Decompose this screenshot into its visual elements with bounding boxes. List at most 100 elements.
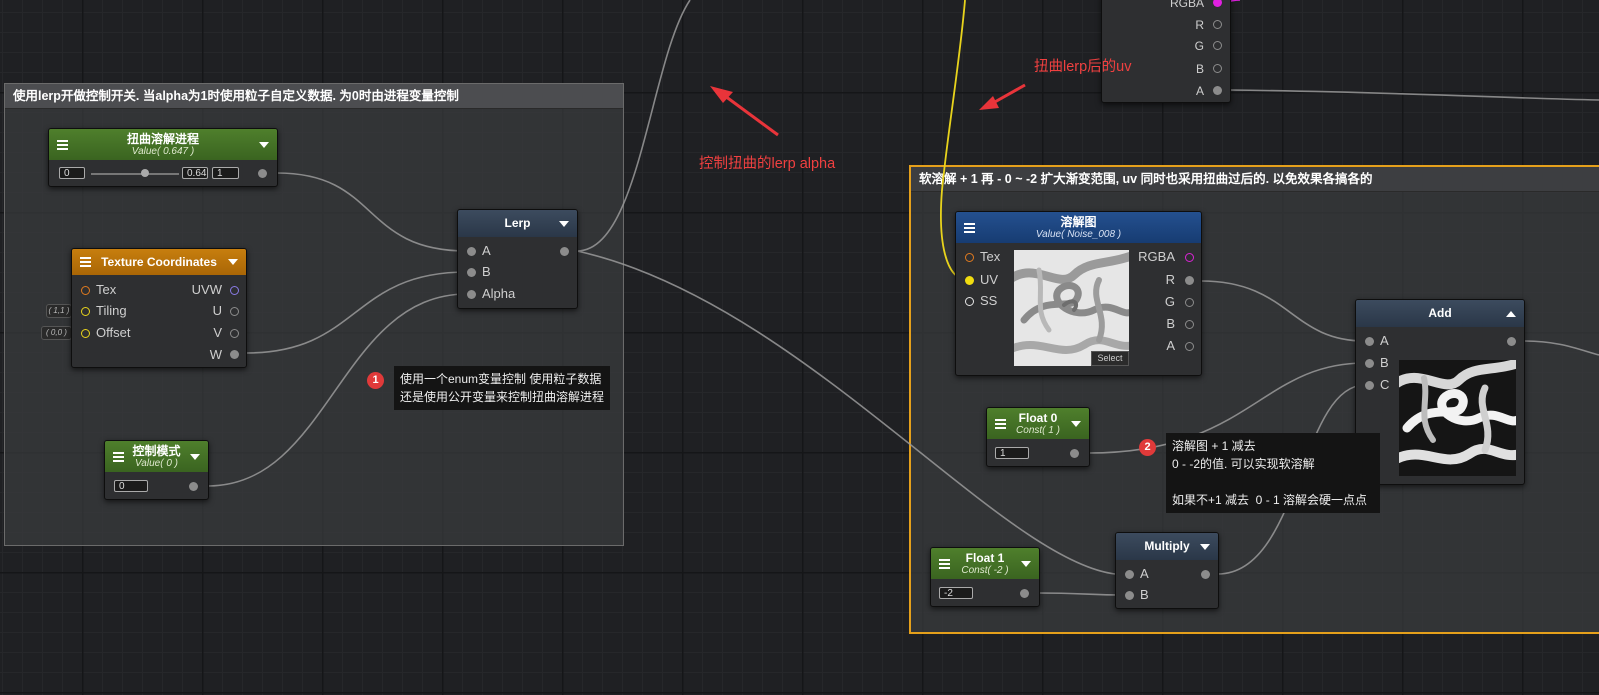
node-distort-progress[interactable]: 扭曲溶解进程 Value( 0.647 ) 0 0.64 1 xyxy=(48,128,278,187)
node-title: Texture Coordinates xyxy=(101,255,217,269)
input-port-ss[interactable] xyxy=(965,297,974,306)
node-multiply[interactable]: Multiply A B xyxy=(1115,532,1219,609)
output-port[interactable] xyxy=(560,247,569,256)
input-port-alpha[interactable] xyxy=(467,290,476,299)
slider-min-field[interactable]: 0 xyxy=(59,167,85,179)
output-port-rgba[interactable] xyxy=(1185,253,1194,262)
node-title: Float 0 xyxy=(1018,411,1058,425)
node-subtitle: Value( Noise_008 ) xyxy=(1035,229,1122,240)
node-add-header[interactable]: Add xyxy=(1356,300,1524,327)
input-port-tex[interactable] xyxy=(965,253,974,262)
collapse-arrow-icon[interactable] xyxy=(1071,420,1081,427)
input-port-offset[interactable] xyxy=(81,329,90,338)
output-port[interactable] xyxy=(1507,337,1516,346)
add-preview[interactable] xyxy=(1399,360,1516,476)
slider-track[interactable] xyxy=(91,173,179,175)
input-port-b[interactable] xyxy=(1365,359,1374,368)
note-2-badge: 2 xyxy=(1139,439,1156,456)
node-multiply-header[interactable]: Multiply xyxy=(1116,533,1218,560)
value-field[interactable]: -2 xyxy=(939,587,973,599)
collapse-arrow-icon[interactable] xyxy=(1200,543,1210,550)
node-float1-header[interactable]: Float 1 Const( -2 ) xyxy=(931,548,1039,579)
output-port-rgba[interactable] xyxy=(1213,0,1222,7)
output-port-r[interactable] xyxy=(1213,20,1222,29)
port-label-a: A xyxy=(1140,566,1149,581)
input-port-uv[interactable] xyxy=(965,276,974,285)
collapse-arrow-icon[interactable] xyxy=(259,141,269,148)
output-port-b[interactable] xyxy=(1213,64,1222,73)
port-label-g: G xyxy=(1164,294,1175,309)
value-field[interactable]: 0 xyxy=(114,480,148,492)
node-title: 控制模式 xyxy=(132,444,181,458)
node-title: Float 1 xyxy=(965,551,1005,565)
menu-icon[interactable] xyxy=(939,558,950,569)
node-dissolve-header[interactable]: 溶解图 Value( Noise_008 ) xyxy=(956,212,1201,243)
output-port-a[interactable] xyxy=(1213,86,1222,95)
node-distort-progress-header[interactable]: 扭曲溶解进程 Value( 0.647 ) xyxy=(49,129,277,160)
slider-value-field[interactable]: 0.64 xyxy=(182,167,208,179)
node-lerp-header[interactable]: Lerp xyxy=(458,210,577,237)
input-port-tiling[interactable] xyxy=(81,307,90,316)
collapse-arrow-icon[interactable] xyxy=(190,453,200,460)
collapse-arrow-icon[interactable] xyxy=(559,220,569,227)
slider-thumb[interactable] xyxy=(141,169,149,177)
menu-icon[interactable] xyxy=(80,257,91,267)
output-port[interactable] xyxy=(258,169,267,178)
node-float0-header[interactable]: Float 0 Const( 1 ) xyxy=(987,408,1089,439)
port-label-alpha: Alpha xyxy=(482,286,516,301)
node-float-0[interactable]: Float 0 Const( 1 ) 1 xyxy=(986,407,1090,467)
tiling-default-value[interactable]: ( 1,1 ) xyxy=(46,304,72,318)
input-port-b[interactable] xyxy=(1125,591,1134,600)
output-port-a[interactable] xyxy=(1185,342,1194,351)
menu-icon[interactable] xyxy=(995,418,1006,429)
port-label-b: B xyxy=(1380,355,1389,370)
output-port[interactable] xyxy=(1201,570,1210,579)
input-port-a[interactable] xyxy=(1365,337,1374,346)
node-float-1[interactable]: Float 1 Const( -2 ) -2 xyxy=(930,547,1040,607)
input-port-a[interactable] xyxy=(1125,570,1134,579)
collapse-arrow-icon[interactable] xyxy=(228,259,238,265)
select-texture-button[interactable]: Select xyxy=(1091,351,1129,366)
node-texture-coordinates[interactable]: Texture Coordinates Tex Tiling Offset UV… xyxy=(71,248,247,368)
output-port-w[interactable] xyxy=(230,350,239,359)
output-port-g[interactable] xyxy=(1213,41,1222,50)
slider-max-field[interactable]: 1 xyxy=(212,167,239,179)
output-port-uvw[interactable] xyxy=(230,286,239,295)
menu-icon[interactable] xyxy=(113,451,124,462)
input-port-b[interactable] xyxy=(467,268,476,277)
output-port[interactable] xyxy=(189,482,198,491)
input-port-c[interactable] xyxy=(1365,381,1374,390)
node-dissolve-texture[interactable]: 溶解图 Value( Noise_008 ) Tex UV SS Select … xyxy=(955,211,1202,376)
output-port[interactable] xyxy=(1020,589,1029,598)
input-port-a[interactable] xyxy=(467,247,476,256)
port-label-a: A xyxy=(1195,84,1204,98)
note-2-text: 溶解图 + 1 减去 0 - -2的值. 可以实现软溶解 如果不+1 减去 0 … xyxy=(1166,433,1380,513)
port-label-b: B xyxy=(1195,62,1204,76)
output-port-b[interactable] xyxy=(1185,320,1194,329)
node-control-mode[interactable]: 控制模式 Value( 0 ) 0 xyxy=(104,440,209,500)
node-control-mode-header[interactable]: 控制模式 Value( 0 ) xyxy=(105,441,208,472)
node-subtitle: Value( 0.647 ) xyxy=(131,146,195,157)
port-label-rgba: RGBA xyxy=(1138,249,1175,264)
group-right-title[interactable]: 软溶解 + 1 再 - 0 ~ -2 扩大渐变范围, uv 同时也采用扭曲过后的… xyxy=(911,167,1599,192)
port-label-g: G xyxy=(1194,39,1204,53)
offset-default-value[interactable]: ( 0,0 ) xyxy=(41,326,72,340)
output-port[interactable] xyxy=(1070,449,1079,458)
value-field[interactable]: 1 xyxy=(995,447,1029,459)
noise-texture-preview[interactable]: Select xyxy=(1014,250,1129,366)
menu-icon[interactable] xyxy=(964,222,975,233)
output-port-v[interactable] xyxy=(230,329,239,338)
output-port-u[interactable] xyxy=(230,307,239,316)
menu-icon[interactable] xyxy=(57,139,68,150)
node-add[interactable]: Add A B C xyxy=(1355,299,1525,485)
input-port-tex[interactable] xyxy=(81,286,90,295)
node-lerp[interactable]: Lerp A B Alpha xyxy=(457,209,578,309)
output-port-g[interactable] xyxy=(1185,298,1194,307)
collapse-arrow-icon[interactable] xyxy=(1506,310,1516,317)
node-texcoord-header[interactable]: Texture Coordinates xyxy=(72,249,246,275)
group-left-title[interactable]: 使用lerp开做控制开关. 当alpha为1时使用粒子自定义数据. 为0时由进程… xyxy=(5,84,623,109)
collapse-arrow-icon[interactable] xyxy=(1021,560,1031,567)
wire-top-a-out xyxy=(1228,89,1599,101)
node-top-sampler[interactable]: RGBA R G B A xyxy=(1101,0,1231,103)
output-port-r[interactable] xyxy=(1185,276,1194,285)
